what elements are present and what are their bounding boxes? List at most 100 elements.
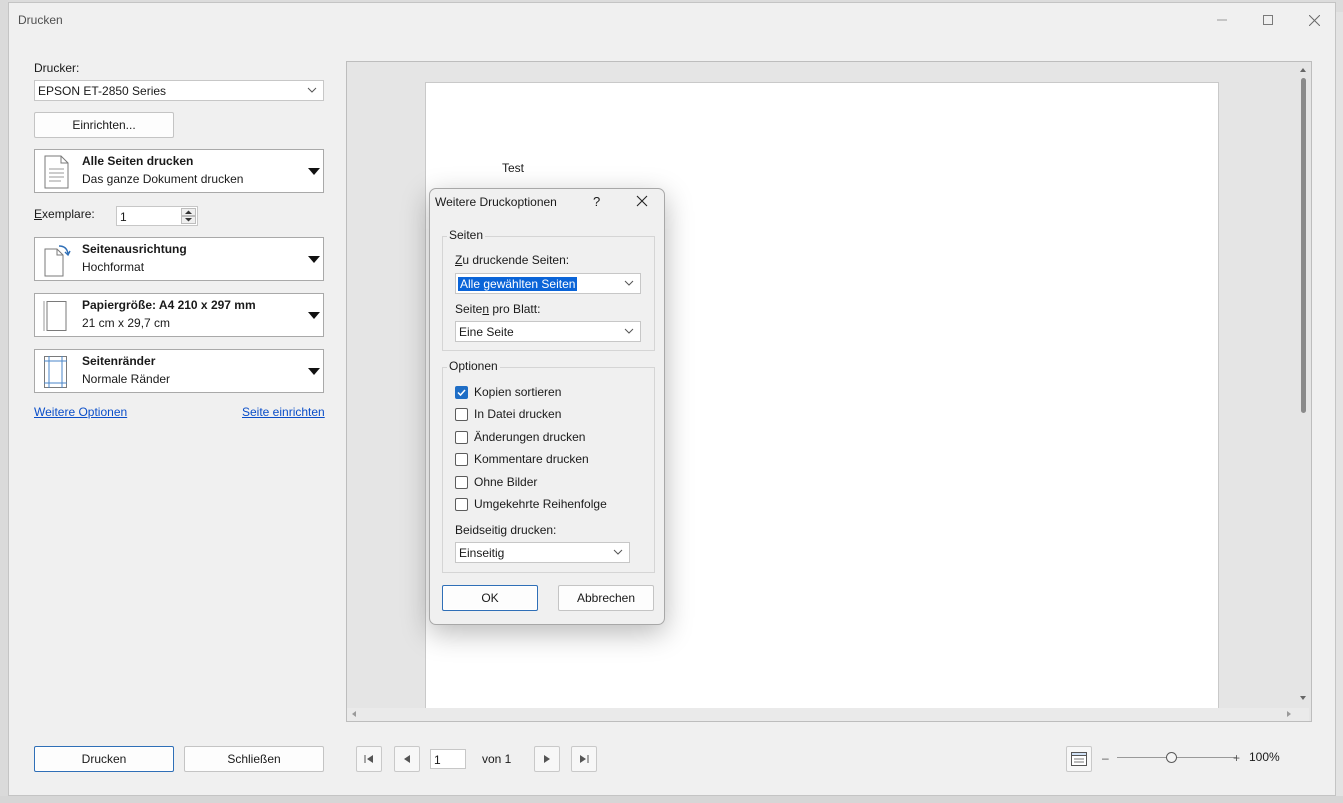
orientation-subtitle: Hochformat — [82, 260, 145, 274]
collate-label[interactable]: Kopien sortieren — [474, 385, 561, 399]
more-options-link[interactable]: Weitere Optionen — [34, 405, 127, 419]
options-group-title: Optionen — [447, 359, 500, 373]
print-to-file-checkbox[interactable] — [455, 408, 468, 421]
printer-select-value: EPSON ET-2850 Series — [38, 84, 167, 98]
zoom-slider-thumb[interactable] — [1166, 752, 1177, 763]
dropdown-arrow-icon — [308, 368, 320, 375]
close-icon — [1308, 14, 1320, 26]
checkmark-icon — [457, 389, 466, 397]
chevron-down-icon — [613, 549, 623, 555]
more-print-options-dialog: Weitere Druckoptionen ? Seiten Zu drucke… — [429, 188, 665, 625]
printer-setup-button[interactable]: Einrichten... — [34, 112, 174, 138]
page-setup-link[interactable]: Seite einrichten — [242, 405, 325, 419]
pages-per-sheet-label: Seiten pro Blatt: — [455, 302, 541, 316]
minimize-icon — [1217, 19, 1227, 21]
scrollbar-thumb[interactable] — [1301, 78, 1306, 413]
chevron-down-icon — [307, 87, 317, 93]
dropdown-arrow-icon — [308, 168, 320, 175]
previous-page-icon — [404, 755, 410, 763]
spinner-arrows-icon[interactable] — [181, 208, 196, 224]
last-page-icon — [580, 755, 589, 763]
maximize-button[interactable] — [1245, 3, 1291, 37]
dropdown-arrow-icon — [308, 312, 320, 319]
page-count-label: von 1 — [482, 752, 512, 766]
next-page-button[interactable] — [534, 746, 560, 772]
close-window-button[interactable] — [1291, 3, 1337, 37]
duplex-value: Einseitig — [459, 546, 505, 560]
dropdown-arrow-icon — [308, 256, 320, 263]
background-left-edge — [0, 0, 8, 803]
pages-to-print-label: Zu druckende Seiten: — [455, 253, 570, 267]
paper-size-icon — [43, 301, 67, 331]
title-bar: Drucken — [9, 3, 1335, 39]
print-range-title: Alle Seiten drucken — [82, 154, 194, 168]
minimize-button[interactable] — [1199, 3, 1245, 37]
zoom-level: 100% — [1249, 750, 1280, 764]
vertical-scrollbar[interactable] — [1296, 63, 1310, 707]
page-number-input[interactable]: 1 — [430, 749, 466, 769]
orientation-icon — [44, 245, 71, 277]
print-window: Drucken Drucker: EPSON ET-2850 Series Ei… — [8, 2, 1336, 796]
background-bottom-edge — [0, 796, 1343, 803]
duplex-label: Beidseitig drucken: — [455, 523, 557, 537]
print-range-setting[interactable]: Alle Seiten drucken Das ganze Dokument d… — [34, 149, 324, 193]
margins-title: Seitenränder — [82, 354, 156, 368]
help-button[interactable]: ? — [593, 194, 600, 209]
reverse-order-checkbox[interactable] — [455, 498, 468, 511]
chevron-down-icon — [624, 328, 634, 334]
scroll-right-icon[interactable] — [1284, 708, 1294, 720]
duplex-select[interactable]: Einseitig — [455, 542, 630, 563]
horizontal-scrollbar[interactable] — [347, 708, 1309, 721]
first-page-icon — [364, 755, 373, 763]
close-button[interactable]: Schließen — [184, 746, 324, 772]
print-changes-label[interactable]: Änderungen drucken — [474, 430, 585, 444]
print-changes-checkbox[interactable] — [455, 431, 468, 444]
page-view-icon — [1071, 752, 1087, 766]
last-page-button[interactable] — [571, 746, 597, 772]
zoom-in-button[interactable]: + — [1233, 751, 1240, 765]
without-images-checkbox[interactable] — [455, 476, 468, 489]
orientation-setting[interactable]: Seitenausrichtung Hochformat — [34, 237, 324, 281]
margins-icon — [44, 356, 67, 388]
pages-to-print-select[interactable]: Alle gewählten Seiten — [455, 273, 641, 294]
print-button[interactable]: Drucken — [34, 746, 174, 772]
window-title: Drucken — [18, 13, 63, 27]
reverse-order-label[interactable]: Umgekehrte Reihenfolge — [474, 497, 607, 511]
pages-per-sheet-value: Eine Seite — [459, 325, 514, 339]
preview-view-button[interactable] — [1066, 746, 1092, 772]
zoom-slider-track[interactable] — [1117, 757, 1237, 758]
without-images-label[interactable]: Ohne Bilder — [474, 475, 537, 489]
print-comments-checkbox[interactable] — [455, 453, 468, 466]
pages-group-title: Seiten — [447, 228, 486, 242]
margins-setting[interactable]: Seitenränder Normale Ränder — [34, 349, 324, 393]
paper-size-setting[interactable]: Papiergröße: A4 210 x 297 mm 21 cm x 29,… — [34, 293, 324, 337]
pages-per-sheet-select[interactable]: Eine Seite — [455, 321, 641, 342]
cancel-button[interactable]: Abbrechen — [558, 585, 654, 611]
scroll-down-icon[interactable] — [1296, 693, 1310, 703]
dialog-title: Weitere Druckoptionen — [435, 195, 557, 209]
chevron-down-icon — [624, 280, 634, 286]
preview-page-text: Test — [502, 161, 525, 175]
print-range-subtitle: Das ganze Dokument drucken — [82, 172, 244, 186]
first-page-button[interactable] — [356, 746, 382, 772]
scroll-up-icon[interactable] — [1296, 65, 1310, 75]
zoom-out-button[interactable]: – — [1102, 751, 1109, 765]
scroll-left-icon[interactable] — [349, 708, 359, 720]
printer-select[interactable]: EPSON ET-2850 Series — [34, 80, 324, 101]
pages-to-print-value: Alle gewählten Seiten — [458, 277, 578, 291]
previous-page-button[interactable] — [394, 746, 420, 772]
collate-checkbox[interactable] — [455, 386, 468, 399]
next-page-icon — [544, 755, 550, 763]
margins-subtitle: Normale Ränder — [82, 372, 171, 386]
print-to-file-label[interactable]: In Datei drucken — [474, 407, 561, 421]
paper-size-subtitle: 21 cm x 29,7 cm — [82, 316, 171, 330]
close-icon[interactable] — [635, 194, 649, 208]
paper-size-title: Papiergröße: A4 210 x 297 mm — [82, 298, 256, 312]
ok-button[interactable]: OK — [442, 585, 538, 611]
printer-label: Drucker: — [34, 61, 80, 75]
orientation-title: Seitenausrichtung — [82, 242, 187, 256]
copies-spinner[interactable]: 1 — [116, 206, 198, 226]
copies-value: 1 — [120, 210, 127, 224]
maximize-icon — [1263, 15, 1273, 25]
print-comments-label[interactable]: Kommentare drucken — [474, 452, 589, 466]
